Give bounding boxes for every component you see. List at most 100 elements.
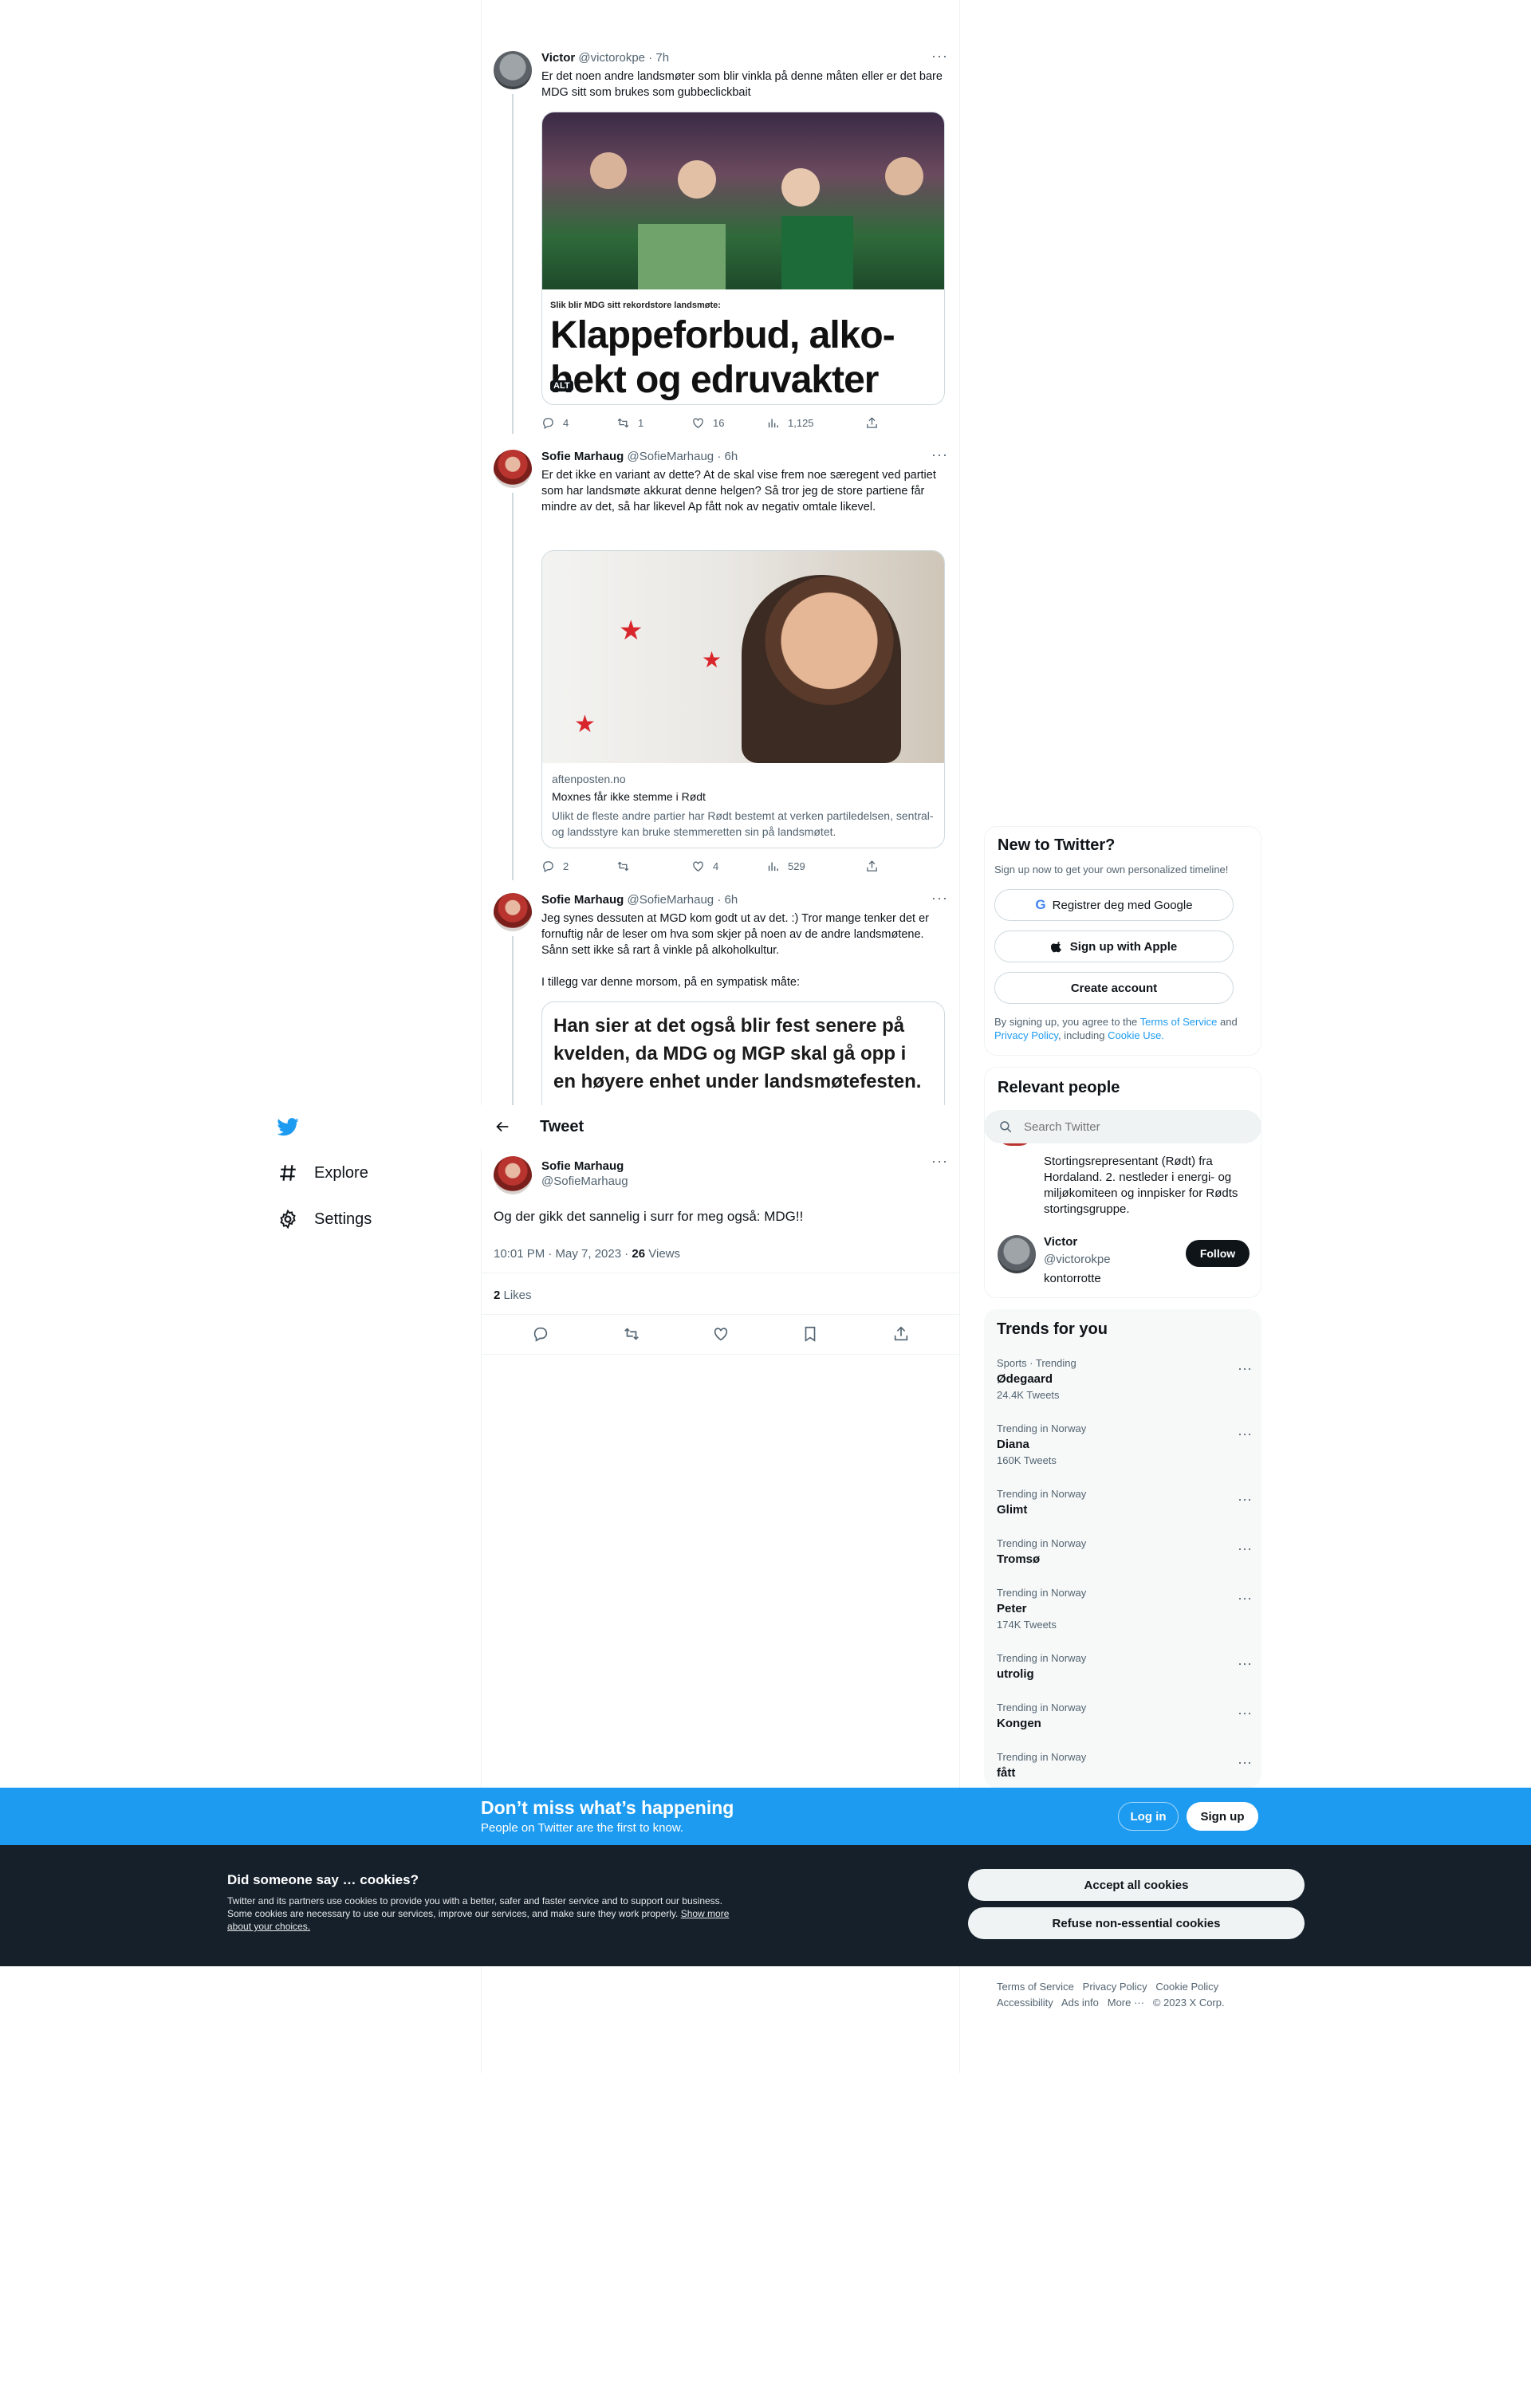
footer-cookie-link[interactable]: Cookie Policy	[1155, 1981, 1218, 1993]
trend-item[interactable]: Trending in Norway Tromsø ···	[997, 1537, 1252, 1566]
more-options-icon[interactable]: ···	[1238, 1360, 1252, 1377]
more-options-icon[interactable]: ···	[1238, 1491, 1252, 1508]
follow-button[interactable]: Follow	[1186, 1240, 1250, 1267]
person-name[interactable]: Victor	[1044, 1235, 1077, 1249]
refuse-cookies-button[interactable]: Refuse non-essential cookies	[968, 1907, 1305, 1939]
more-options-icon[interactable]: ···	[1238, 1426, 1252, 1442]
footer-copyright: © 2023 X Corp.	[1152, 1997, 1225, 2009]
author-handle[interactable]: @SofieMarhaug	[541, 1174, 628, 1188]
more-options-icon[interactable]: ···	[1238, 1754, 1252, 1771]
trend-item[interactable]: Trending in Norway fått ···	[997, 1751, 1252, 1780]
tweet-time[interactable]: · 6h	[717, 450, 738, 463]
trend-item[interactable]: Trending in Norway Diana 160K Tweets ···	[997, 1422, 1252, 1466]
author-name[interactable]: Sofie Marhaug	[541, 450, 624, 463]
thread-tweet-sofie-2[interactable]: Sofie Marhaug @SofieMarhaug · 6h ··· Jeg…	[481, 893, 959, 1105]
avatar[interactable]	[494, 893, 532, 931]
signup-button[interactable]: Sign up	[1187, 1802, 1258, 1831]
panel-title: Trends for you	[997, 1320, 1108, 1338]
tweet-actions: 4 1 16 1,125	[541, 416, 892, 432]
views-button[interactable]: 529	[766, 860, 805, 873]
thread-tweet-victor[interactable]: Victor @victorokpe · 7h ··· Er det noen …	[481, 48, 959, 434]
retweet-button[interactable]	[616, 860, 638, 873]
login-button[interactable]: Log in	[1118, 1802, 1179, 1831]
twitter-logo-icon[interactable]	[276, 1115, 300, 1139]
person-handle[interactable]: @victorokpe	[1044, 1253, 1111, 1266]
author-handle[interactable]: @SofieMarhaug	[628, 450, 714, 463]
privacy-link[interactable]: Privacy Policy	[994, 1029, 1058, 1041]
author-name[interactable]: Victor	[541, 51, 575, 65]
avatar[interactable]	[494, 1156, 532, 1194]
quote-image-text: Han sier at det også blir fest senere på…	[553, 1015, 922, 1092]
link-card[interactable]: ★ ★ ★ aftenposten.no Moxnes får ikke ste…	[541, 550, 945, 848]
likes-row[interactable]: 2 Likes	[494, 1289, 532, 1302]
apple-signup-button[interactable]: Sign up with Apple	[994, 931, 1234, 962]
avatar[interactable]	[494, 450, 532, 488]
trend-item[interactable]: Trending in Norway utrolig ···	[997, 1652, 1252, 1681]
nav-settings[interactable]: Settings	[277, 1209, 372, 1230]
share-button[interactable]	[865, 416, 879, 430]
footer-ads-link[interactable]: Ads info	[1061, 1997, 1099, 2009]
share-icon[interactable]	[892, 1325, 910, 1343]
tweet-header: Sofie Marhaug @SofieMarhaug · 6h	[541, 893, 738, 907]
trend-item[interactable]: Trending in Norway Peter 174K Tweets ···	[997, 1587, 1252, 1631]
reply-icon[interactable]	[532, 1325, 549, 1343]
tweet-timestamp[interactable]: 10:01 PM · May 7, 2023 ·	[494, 1247, 632, 1261]
more-options-icon[interactable]: ···	[931, 893, 948, 907]
more-options-icon[interactable]: ···	[931, 447, 948, 463]
search-input[interactable]	[1024, 1119, 1231, 1134]
share-button[interactable]	[865, 860, 879, 873]
author-name[interactable]: Sofie Marhaug	[541, 1159, 628, 1173]
author-handle[interactable]: @SofieMarhaug	[628, 893, 714, 907]
quote-image[interactable]: Han sier at det også blir fest senere på…	[541, 1001, 945, 1105]
search-icon	[1000, 1121, 1012, 1133]
views-count: 26	[632, 1247, 646, 1261]
footer-privacy-link[interactable]: Privacy Policy	[1083, 1981, 1147, 1993]
image-caption: Slik blir MDG sitt rekordstore landsmøte…	[550, 301, 721, 310]
more-options-icon[interactable]: ···	[1238, 1705, 1252, 1721]
accept-cookies-button[interactable]: Accept all cookies	[968, 1869, 1305, 1901]
footer-more-link[interactable]: More ···	[1108, 1997, 1144, 2009]
alt-badge[interactable]: ALT	[550, 380, 573, 391]
like-button[interactable]: 4	[691, 860, 718, 873]
tweet-time[interactable]: · 7h	[648, 51, 669, 65]
bookmark-icon[interactable]	[801, 1325, 819, 1343]
terms-link[interactable]: Terms of Service	[1140, 1016, 1218, 1028]
like-button[interactable]: 16	[691, 416, 724, 430]
google-signup-button[interactable]: G Registrer deg med Google	[994, 889, 1234, 921]
retweet-icon[interactable]	[623, 1325, 640, 1343]
arrow-left-icon[interactable]	[494, 1118, 511, 1135]
more-options-icon[interactable]: ···	[931, 48, 948, 65]
search-bar[interactable]	[984, 1110, 1261, 1143]
trend-item[interactable]: Sports · Trending Ødegaard 24.4K Tweets ···	[997, 1357, 1252, 1401]
more-options-icon[interactable]: ···	[1238, 1655, 1252, 1672]
author-name[interactable]: Sofie Marhaug	[541, 893, 624, 907]
nav-explore[interactable]: Explore	[277, 1163, 368, 1183]
legal-text-3: , including	[1057, 1029, 1108, 1041]
avatar[interactable]	[998, 1235, 1036, 1273]
cookie-use-link[interactable]: Cookie Use.	[1108, 1029, 1164, 1041]
views-button[interactable]: 1,125	[766, 416, 814, 430]
tweet-image[interactable]: Slik blir MDG sitt rekordstore landsmøte…	[541, 112, 945, 405]
heart-icon[interactable]	[712, 1325, 730, 1343]
tweet-text: Er det noen andre landsmøter som blir vi…	[541, 70, 943, 99]
divider	[481, 1354, 959, 1355]
trend-item[interactable]: Trending in Norway Kongen ···	[997, 1702, 1252, 1730]
author-handle[interactable]: @victorokpe	[578, 51, 645, 65]
thread-tweet-sofie-1[interactable]: Sofie Marhaug @SofieMarhaug · 6h ··· Er …	[481, 447, 959, 880]
footer-terms-link[interactable]: Terms of Service	[997, 1981, 1074, 1993]
reply-button[interactable]: 4	[541, 416, 569, 430]
more-options-icon[interactable]: ···	[1238, 1540, 1252, 1557]
retweet-button[interactable]: 1	[616, 416, 643, 430]
reply-button[interactable]: 2	[541, 860, 569, 873]
signup-banner: Don’t miss what’s happening People on Tw…	[0, 1788, 1531, 1845]
create-account-button[interactable]: Create account	[994, 972, 1234, 1004]
gear-icon	[280, 1209, 296, 1230]
avatar[interactable]	[494, 51, 532, 89]
more-options-icon[interactable]: ···	[931, 1153, 948, 1170]
more-options-icon[interactable]: ···	[1238, 1590, 1252, 1607]
trend-name: Ødegaard	[997, 1372, 1053, 1386]
tweet-time[interactable]: · 6h	[717, 893, 738, 907]
signup-legal-text: By signing up, you agree to the Terms of…	[994, 1015, 1250, 1042]
footer-accessibility-link[interactable]: Accessibility	[997, 1997, 1053, 2009]
trend-item[interactable]: Trending in Norway Glimt ···	[997, 1488, 1252, 1517]
